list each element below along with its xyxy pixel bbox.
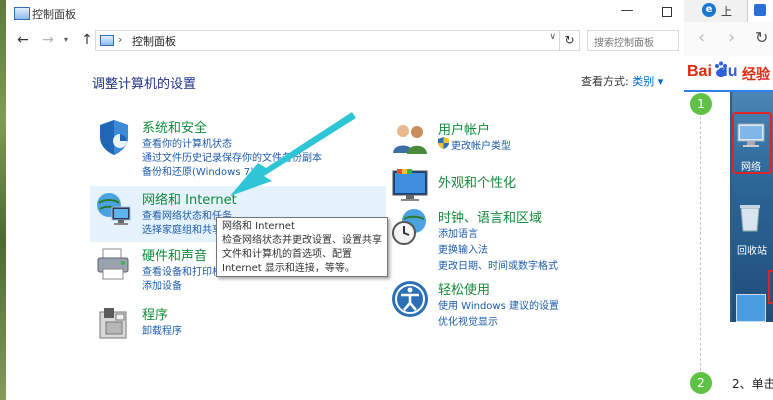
step-2-badge: 2	[690, 372, 712, 394]
clock-globe-icon	[392, 209, 426, 245]
logo-text-jingyan: 经验	[742, 67, 770, 83]
baidu-paw-icon	[715, 61, 727, 77]
step-1-screenshot: 网络 回收站	[730, 92, 773, 322]
tooltip-title: 网络和 Internet	[222, 221, 295, 232]
step-1-badge: 1	[690, 93, 712, 115]
control-panel-icon	[100, 35, 114, 46]
category-link[interactable]: 使用 Windows 建议的设置	[438, 297, 559, 312]
navigation-bar: ← → ▾ ↑ › 控制面板 ∨ ↻ 搜索控制面板	[6, 27, 684, 53]
control-panel-window: 控制面板 — ← → ▾ ↑ › 控制面板 ∨ ↻ 搜索控制面板 调整计算机的设…	[6, 0, 685, 400]
address-dropdown-button[interactable]: ∨	[549, 32, 556, 42]
category-clock-language-region[interactable]: 时钟、语言和区域 添加语言 更换输入法 更改日期、时间或数字格式	[390, 207, 660, 272]
browser-back-button[interactable]: ‹	[698, 27, 705, 48]
category-title[interactable]: 用户帐户	[438, 119, 490, 138]
recent-locations-button[interactable]: ▾	[61, 31, 71, 49]
category-user-accounts[interactable]: 用户帐户 更改帐户类型	[390, 119, 660, 155]
logo-text-bai: Bai	[687, 63, 712, 80]
browser-forward-button[interactable]: ›	[728, 27, 735, 48]
category-link[interactable]: 更改日期、时间或数字格式	[438, 257, 558, 272]
refresh-button[interactable]: ↻	[559, 30, 580, 51]
browser-window: e 上 ‹ › ↻ Bai du 经验 1 网络 回收站 2 2、单击	[684, 0, 773, 400]
category-title[interactable]: 硬件和声音	[142, 245, 207, 264]
browser-toolbar: ‹ › ↻	[684, 22, 773, 57]
title-bar: 控制面板 —	[6, 0, 684, 27]
category-title[interactable]: 网络和 Internet	[142, 189, 237, 208]
category-link[interactable]: 优化视觉显示	[438, 313, 498, 328]
printer-icon	[97, 248, 129, 280]
page-title: 调整计算机的设置	[92, 77, 197, 92]
breadcrumb-separator[interactable]: ›	[118, 33, 122, 46]
category-link[interactable]: 卸载程序	[142, 322, 182, 337]
category-link[interactable]: 查看设备和打印机	[142, 263, 222, 278]
breadcrumb-control-panel[interactable]: 控制面板	[132, 33, 176, 49]
ease-of-access-icon	[392, 281, 428, 317]
category-link[interactable]: 备份和还原(Windows 7)	[142, 163, 254, 178]
category-appearance[interactable]: 外观和个性化	[390, 165, 660, 205]
address-bar[interactable]: › 控制面板 ∨	[95, 30, 560, 51]
category-title[interactable]: 外观和个性化	[438, 172, 516, 191]
category-link[interactable]: 更换输入法	[438, 241, 488, 256]
back-button[interactable]: ←	[14, 31, 32, 49]
category-link[interactable]: 更改帐户类型	[451, 137, 511, 152]
category-system-security[interactable]: 系统和安全 查看你的计算机状态 通过文件历史记录保存你的文件备份副本 备份和还原…	[94, 117, 374, 178]
tooltip-line: Internet 显示和连接，等等。	[222, 263, 355, 274]
category-title[interactable]: 程序	[142, 304, 168, 323]
forward-button[interactable]: →	[39, 31, 57, 49]
category-title[interactable]: 系统和安全	[142, 117, 207, 136]
maximize-icon	[662, 7, 672, 17]
tooltip: 网络和 Internet 检查网络状态并更改设置、设置共享 文件和计算机的首选项…	[216, 217, 388, 277]
step-connector	[700, 106, 701, 386]
recycle-bin-icon	[740, 205, 760, 232]
shield-icon	[100, 120, 128, 155]
control-panel-icon	[14, 7, 30, 20]
category-link[interactable]: 添加设备	[142, 277, 182, 292]
category-link[interactable]: 添加语言	[438, 225, 478, 240]
baidu-jingyan-logo[interactable]: Bai du 经验	[684, 56, 773, 92]
minimize-button[interactable]: —	[617, 3, 637, 21]
highlight-box	[768, 270, 773, 304]
article-content: 1 网络 回收站 2 2、单击	[684, 92, 773, 400]
category-title[interactable]: 时钟、语言和区域	[438, 207, 542, 226]
category-title[interactable]: 轻松使用	[438, 279, 490, 298]
users-icon	[393, 125, 427, 154]
appearance-icon	[392, 169, 428, 201]
browser-reload-button[interactable]: ↻	[755, 28, 768, 47]
tooltip-line: 文件和计算机的首选项、配置	[222, 249, 352, 260]
browser-tab-active[interactable]	[747, 0, 773, 22]
search-input[interactable]: 搜索控制面板	[587, 30, 679, 51]
programs-icon	[99, 308, 127, 339]
up-button[interactable]: ↑	[78, 31, 96, 49]
tab-favicon-icon	[754, 4, 766, 16]
category-programs[interactable]: 程序 卸载程序	[94, 304, 374, 340]
tab-label: 上	[721, 5, 732, 18]
mini-window-thumbnail	[736, 294, 766, 322]
tooltip-line: 检查网络状态并更改设置、设置共享	[222, 235, 382, 246]
highlight-box	[732, 112, 772, 174]
network-icon	[97, 193, 131, 225]
view-by: 查看方式: 类别 ▾	[581, 73, 663, 89]
category-link[interactable]: 查看你的计算机状态	[142, 135, 232, 150]
step-2-text: 2、单击	[732, 377, 773, 391]
category-ease-of-access[interactable]: 轻松使用 使用 Windows 建议的设置 优化视觉显示	[390, 279, 660, 328]
view-by-dropdown[interactable]: 类别 ▾	[632, 75, 663, 88]
view-by-label: 查看方式:	[581, 75, 629, 88]
window-title: 控制面板	[32, 8, 76, 21]
search-placeholder: 搜索控制面板	[594, 38, 654, 49]
recycle-bin-label: 回收站	[737, 246, 767, 257]
browser-tab[interactable]: e 上	[684, 0, 773, 22]
uac-shield-icon	[438, 137, 449, 149]
maximize-button[interactable]	[657, 3, 677, 21]
category-link[interactable]: 通过文件历史记录保存你的文件备份副本	[142, 149, 322, 164]
ie-logo-icon: e	[702, 3, 716, 17]
